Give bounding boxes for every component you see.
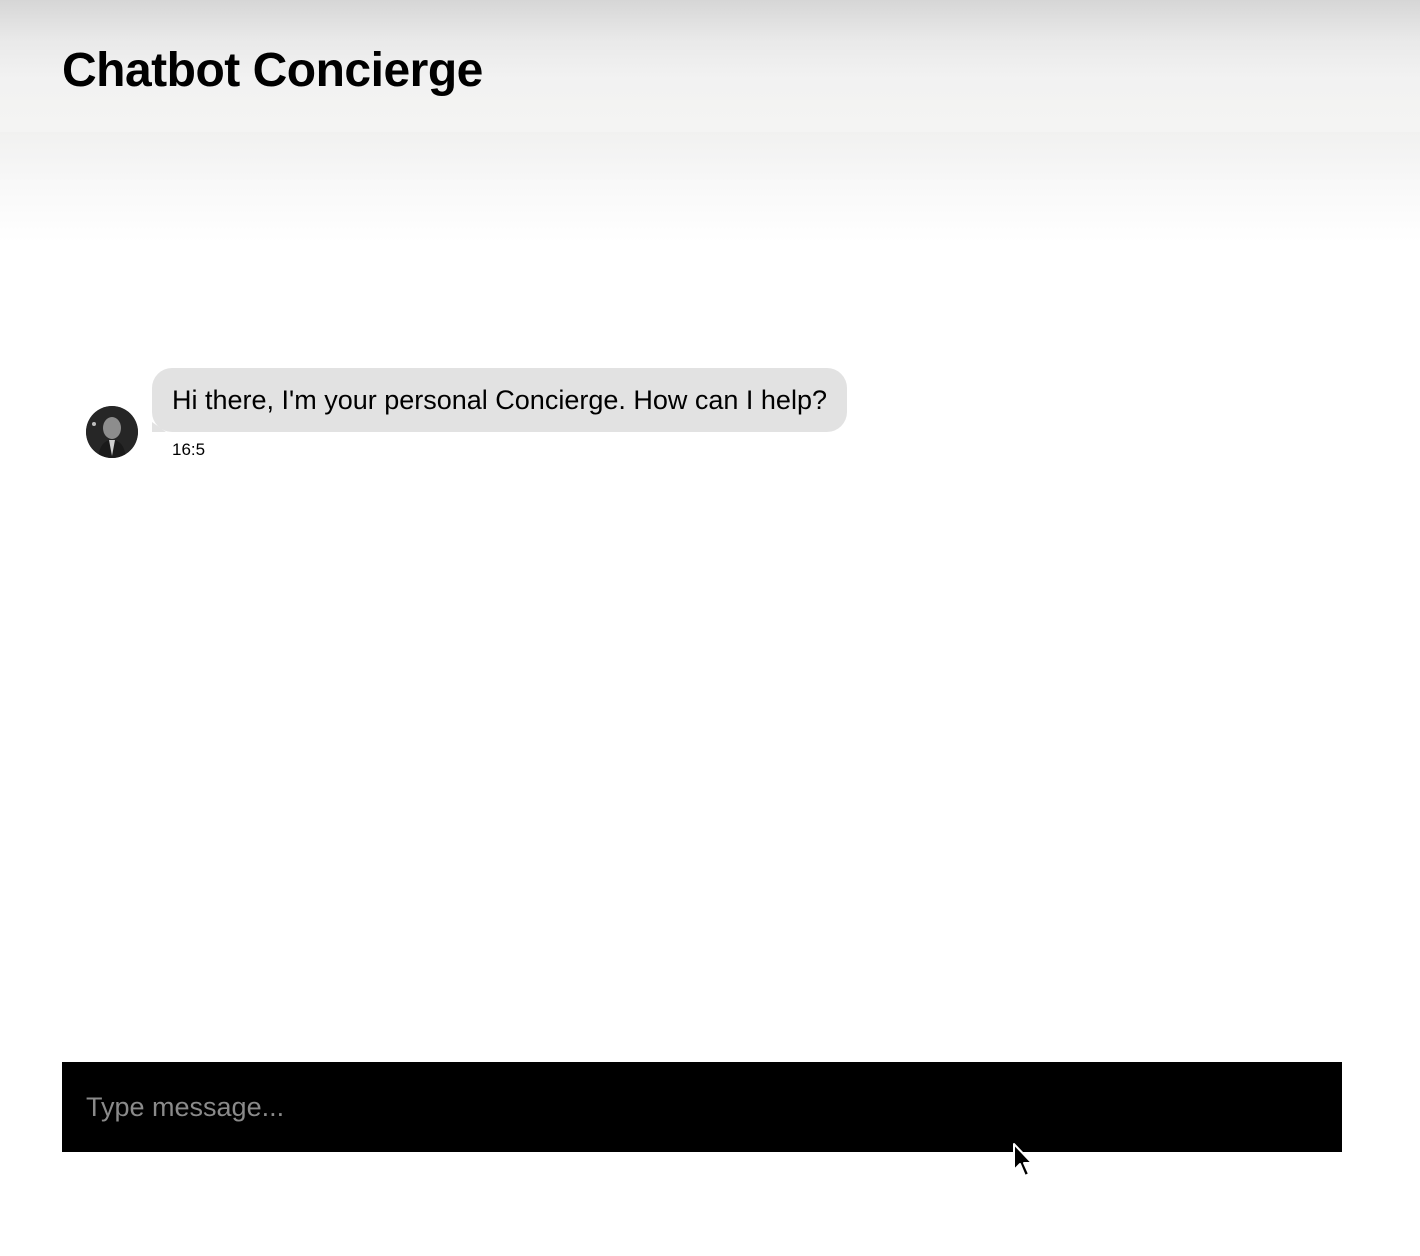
header-bar: Chatbot Concierge: [0, 0, 1420, 132]
mouse-pointer-icon: [1012, 1142, 1036, 1180]
message-bubble: Hi there, I'm your personal Concierge. H…: [152, 368, 847, 432]
chat-page: Chatbot Concierge Hi there, I'm your per…: [0, 0, 1420, 1256]
bubble-tail: [152, 422, 166, 432]
message-composer: [62, 1062, 1342, 1152]
message-timestamp: 16:5: [172, 440, 206, 459]
message-input[interactable]: [62, 1062, 1342, 1152]
message-text: Hi there, I'm your personal Concierge. H…: [172, 385, 827, 415]
concierge-avatar: [86, 406, 138, 458]
page-title: Chatbot Concierge: [62, 44, 483, 97]
header-gradient-fade: [0, 132, 1420, 242]
